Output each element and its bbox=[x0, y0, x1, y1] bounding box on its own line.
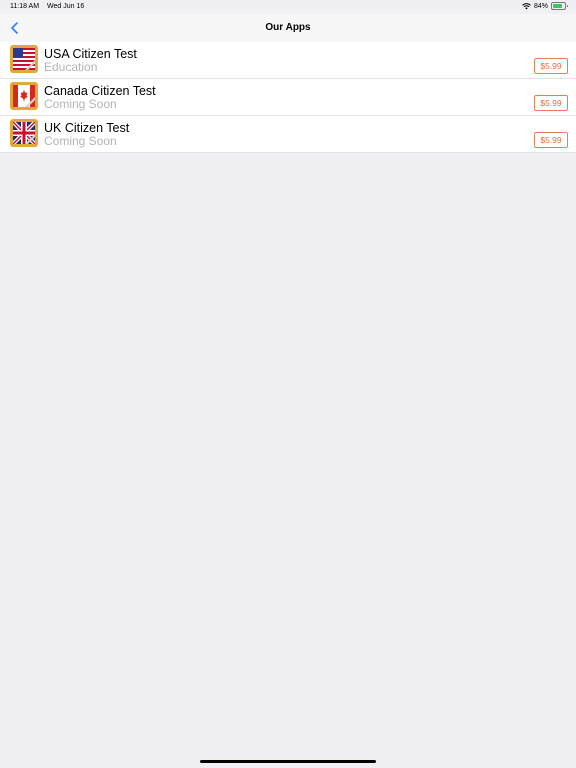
app-row-usa[interactable]: USA Citizen Test Education $5.99 bbox=[0, 42, 576, 79]
page-title: Our Apps bbox=[265, 22, 311, 33]
wifi-icon bbox=[522, 2, 531, 9]
apps-list: USA Citizen Test Education $5.99 Canada … bbox=[0, 42, 576, 153]
app-title: UK Citizen Test bbox=[44, 121, 130, 135]
app-row-uk[interactable]: UK Citizen Test Coming Soon $5.99 bbox=[0, 116, 576, 153]
uk-flag-icon bbox=[10, 119, 38, 147]
status-right: 84% bbox=[522, 2, 568, 10]
status-time: 11:18 AM bbox=[10, 3, 40, 10]
canada-flag-icon bbox=[10, 82, 38, 110]
us-flag-icon bbox=[10, 45, 38, 73]
app-subtitle: Coming Soon bbox=[44, 134, 117, 148]
app-row-canada[interactable]: Canada Citizen Test Coming Soon $5.99 bbox=[0, 79, 576, 116]
price-button[interactable]: $5.99 bbox=[534, 95, 568, 111]
status-left: 11:18 AM Wed Jun 16 bbox=[10, 3, 90, 10]
status-bar: 11:18 AM Wed Jun 16 84% bbox=[0, 0, 576, 14]
app-subtitle: Coming Soon bbox=[44, 97, 117, 111]
battery-percent: 84% bbox=[533, 2, 548, 10]
price-button[interactable]: $5.99 bbox=[534, 132, 568, 148]
navigation-bar: Our Apps bbox=[0, 14, 576, 43]
app-subtitle: Education bbox=[44, 60, 98, 74]
price-button[interactable]: $5.99 bbox=[534, 58, 568, 74]
home-indicator[interactable] bbox=[200, 760, 376, 763]
battery-icon bbox=[551, 2, 568, 10]
status-date: Wed Jun 16 bbox=[47, 3, 85, 10]
app-title: Canada Citizen Test bbox=[44, 84, 156, 98]
app-title: USA Citizen Test bbox=[44, 47, 137, 61]
